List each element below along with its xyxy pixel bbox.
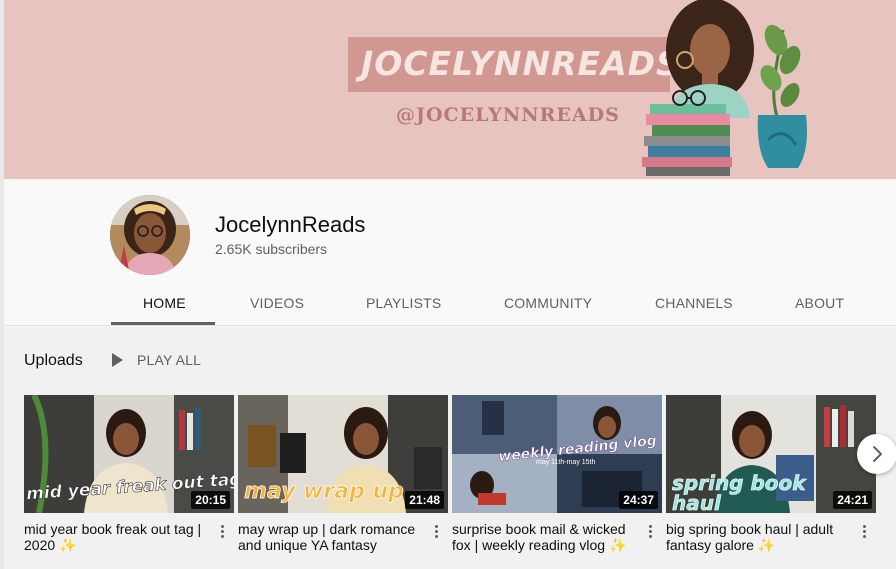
- video-title[interactable]: surprise book mail & wicked fox | weekly…: [452, 521, 638, 553]
- tab-playlists[interactable]: PLAYLISTS: [366, 295, 441, 311]
- video-title-text: surprise book mail & wicked fox | weekly…: [452, 521, 626, 553]
- play-all-label: PLAY ALL: [137, 352, 202, 368]
- video-card: weekly reading vlog may 11th-may 15th 24…: [452, 395, 662, 553]
- tab-community[interactable]: COMMUNITY: [504, 295, 592, 311]
- uploads-heading[interactable]: Uploads: [24, 352, 83, 370]
- more-vert-icon[interactable]: [216, 523, 228, 543]
- video-duration: 24:21: [833, 491, 872, 509]
- play-all-button[interactable]: PLAY ALL: [112, 352, 201, 368]
- video-title-text: mid year book freak out tag | 2020: [24, 521, 202, 553]
- active-tab-indicator: [111, 322, 215, 325]
- banner-handle: @JOCELYNNREADS: [396, 104, 620, 126]
- sparkle-emoji: ✨: [59, 537, 77, 553]
- video-title[interactable]: mid year book freak out tag | 2020 ✨: [24, 521, 210, 553]
- thumbnail-text: may wrap up: [244, 479, 405, 505]
- video-duration: 20:15: [191, 491, 230, 509]
- video-title[interactable]: may wrap up | dark romance and unique YA…: [238, 521, 424, 553]
- thumbnail-subtext: may 11th-may 15th: [536, 459, 596, 466]
- video-title[interactable]: big spring book haul | adult fantasy gal…: [666, 521, 852, 553]
- video-duration: 24:37: [619, 491, 658, 509]
- sparkle-emoji: ✨: [757, 537, 776, 553]
- thumbnail-text: spring book haul: [672, 471, 806, 513]
- banner-illustration: [642, 0, 807, 176]
- channel-avatar[interactable]: [110, 195, 190, 275]
- video-thumbnail[interactable]: may wrap up 21:48: [238, 395, 448, 513]
- subscriber-count: 2.65K subscribers: [215, 241, 328, 257]
- more-vert-icon[interactable]: [644, 523, 656, 543]
- tab-about[interactable]: ABOUT: [795, 295, 844, 311]
- video-card: mid year freak out tag 20:15 mid year bo…: [24, 395, 234, 553]
- shelf-next-button[interactable]: [857, 434, 896, 474]
- video-card: may wrap up 21:48 may wrap up | dark rom…: [238, 395, 448, 553]
- tab-channels[interactable]: CHANNELS: [655, 295, 733, 311]
- video-duration: 21:48: [405, 491, 444, 509]
- more-vert-icon[interactable]: [430, 523, 442, 543]
- uploads-shelf: Uploads PLAY ALL mid year freak out tag …: [4, 327, 896, 569]
- chevron-right-icon: [873, 446, 882, 462]
- video-thumbnail[interactable]: mid year freak out tag 20:15: [24, 395, 234, 513]
- channel-header: JocelynnReads 2.65K subscribers HOME VID…: [4, 179, 896, 326]
- tab-videos[interactable]: VIDEOS: [250, 295, 304, 311]
- channel-banner: JOCELYNNREADS @JOCELYNNREADS: [4, 0, 896, 179]
- video-thumbnail[interactable]: spring book haul 24:21: [666, 395, 876, 513]
- channel-name: JocelynnReads: [215, 212, 366, 237]
- sparkle-emoji: ✨: [608, 537, 627, 553]
- video-card: spring book haul 24:21 big spring book h…: [666, 395, 876, 553]
- video-title-text: may wrap up | dark romance and unique YA…: [238, 521, 416, 553]
- video-thumbnail[interactable]: weekly reading vlog may 11th-may 15th 24…: [452, 395, 662, 513]
- more-vert-icon[interactable]: [858, 523, 870, 543]
- tab-home[interactable]: HOME: [143, 295, 186, 311]
- avatar-image: [110, 195, 190, 275]
- video-title-text: big spring book haul | adult fantasy gal…: [666, 521, 834, 553]
- play-icon: [112, 353, 123, 367]
